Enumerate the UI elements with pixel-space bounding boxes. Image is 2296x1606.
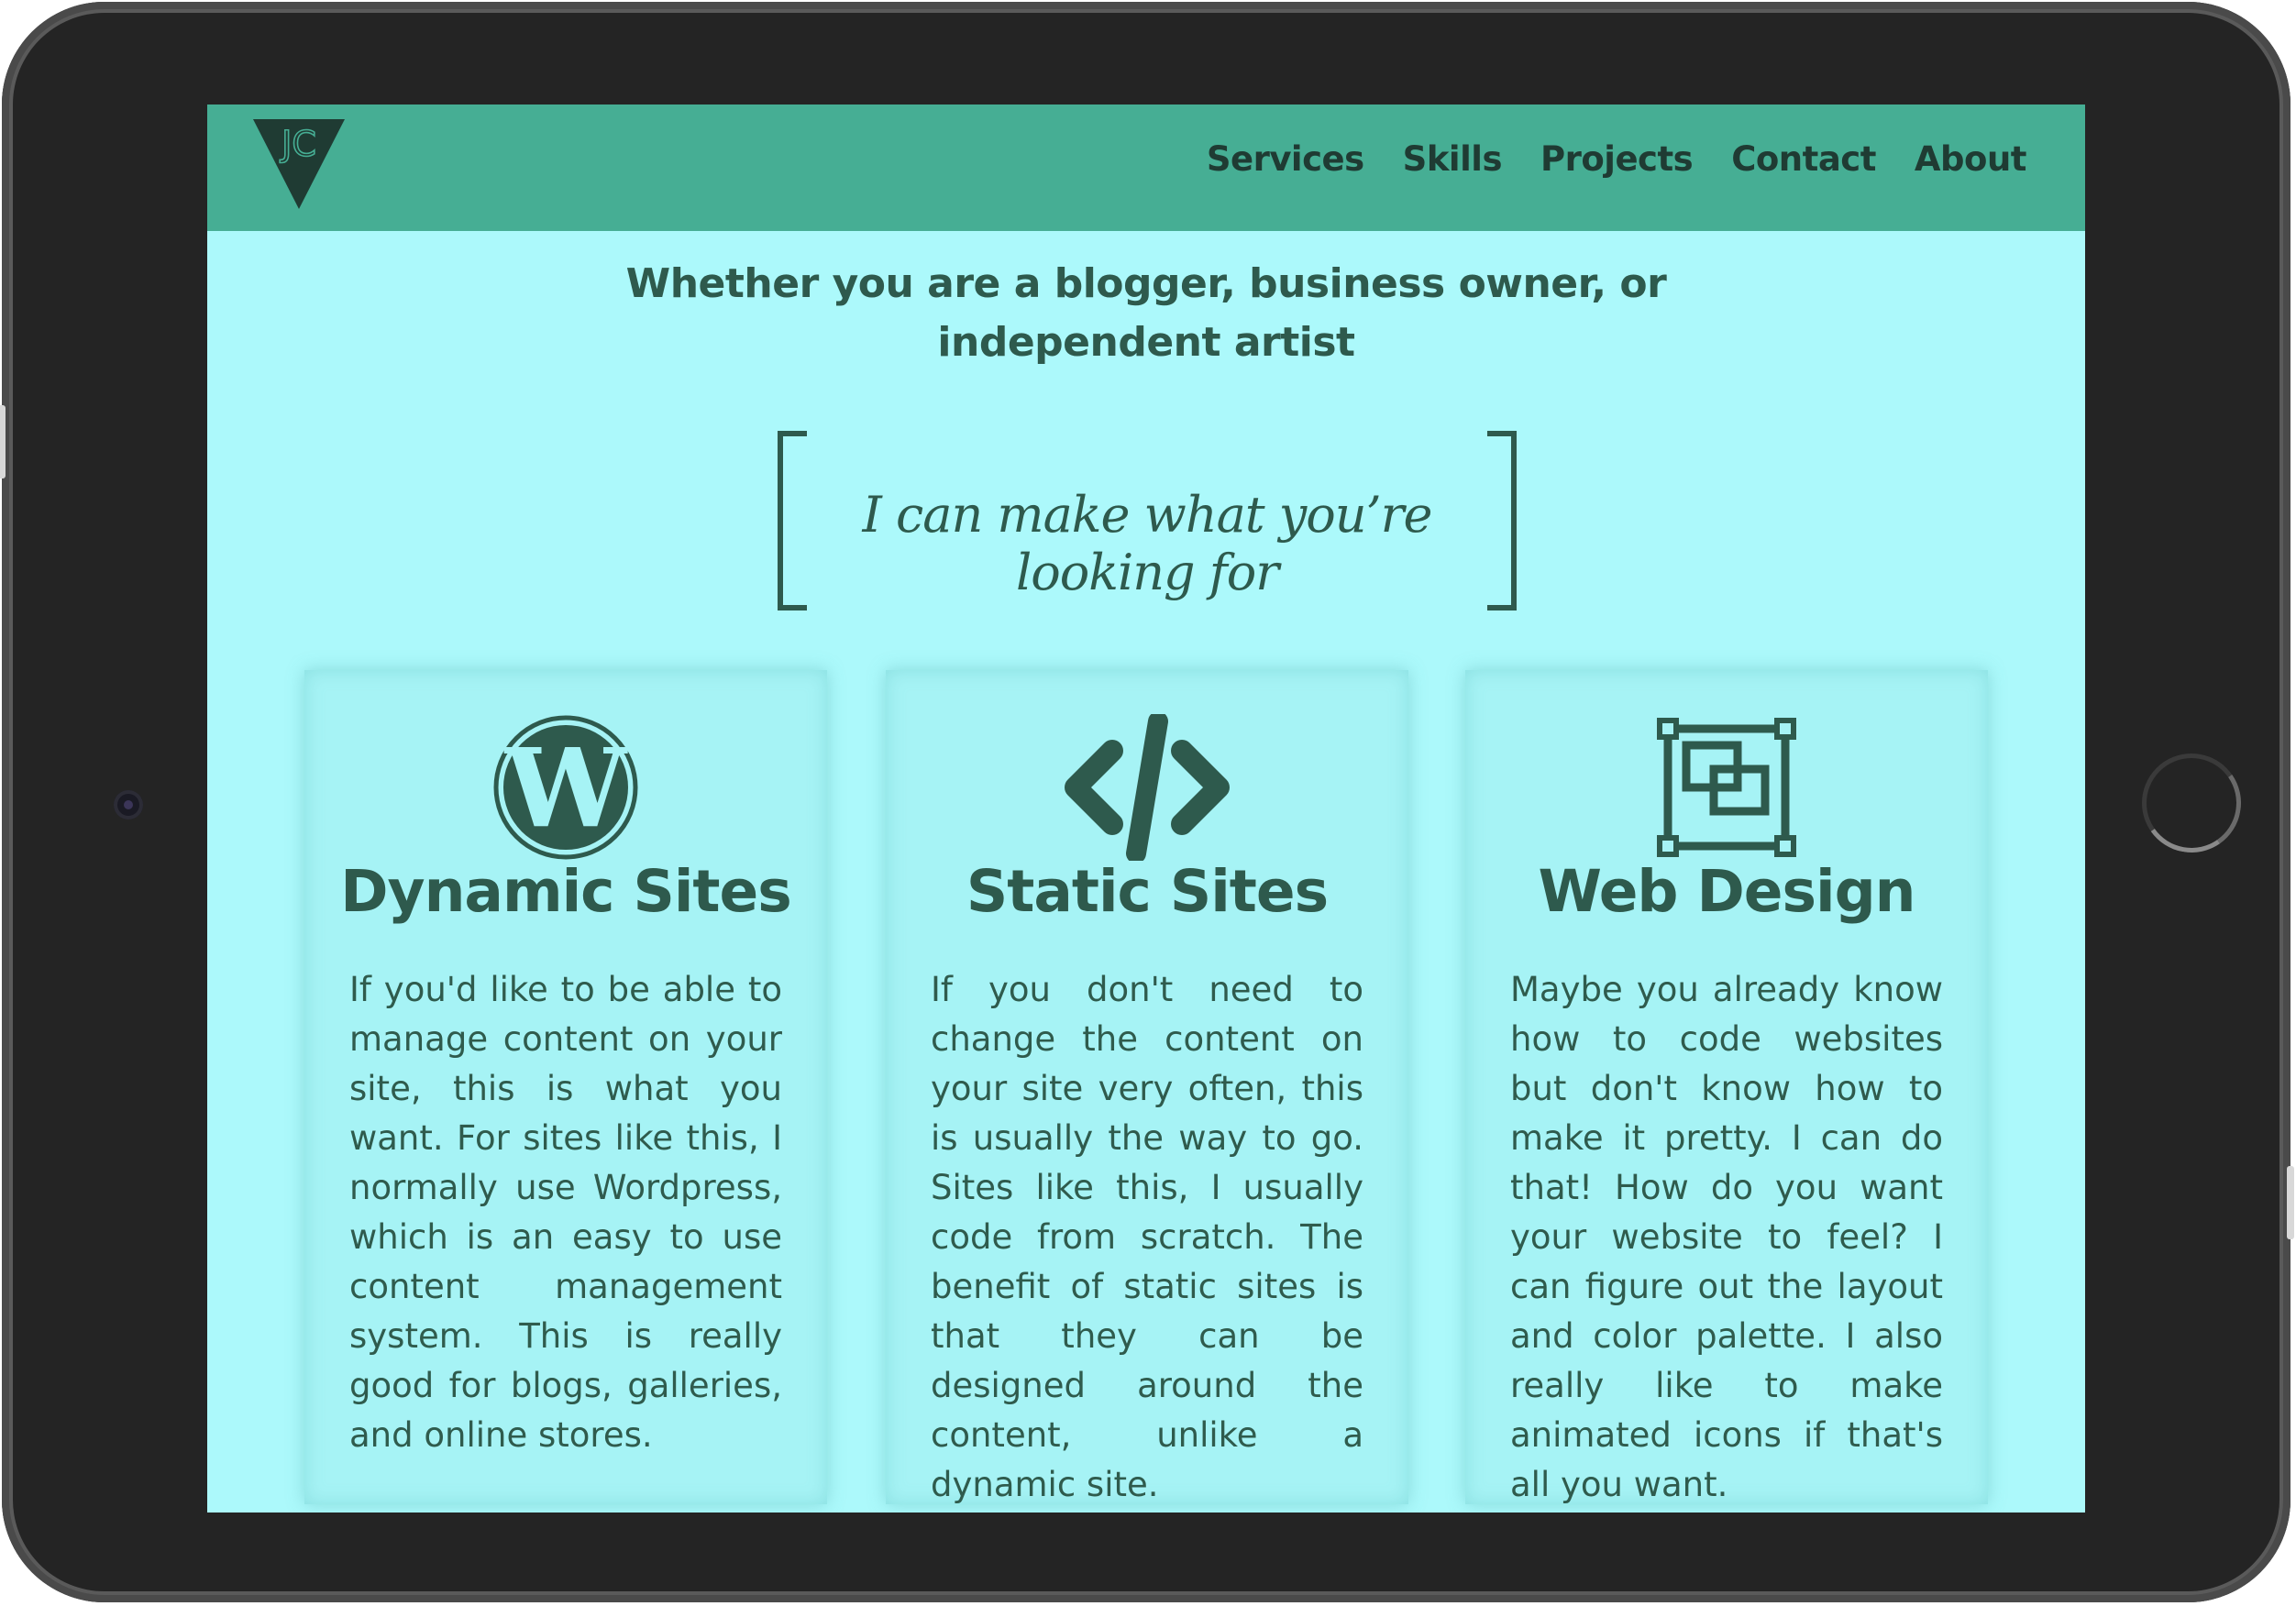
right-bracket	[1487, 431, 1517, 610]
nav-link-contact[interactable]: Contact	[1731, 139, 1876, 179]
service-card-design: Web Design Maybe you already know how to…	[1465, 670, 1988, 1504]
design-frame-icon	[1657, 718, 1796, 857]
navbar: JC Services Skills Projects Contact Abou…	[207, 104, 2085, 231]
card-title: Web Design	[1538, 858, 1915, 925]
card-description: If you don't need to change the content …	[931, 970, 1363, 1504]
left-bracket	[778, 431, 807, 610]
nav-link-skills[interactable]: Skills	[1403, 139, 1503, 179]
nav-link-services[interactable]: Services	[1207, 139, 1364, 179]
card-description: Maybe you already know how to code websi…	[1510, 970, 1943, 1504]
tagline-text: I can make what you’re looking for	[862, 486, 1433, 601]
card-title: Static Sites	[966, 858, 1329, 925]
power-button	[2287, 1166, 2294, 1239]
browser-screen: JC Services Skills Projects Contact Abou…	[207, 104, 2085, 1512]
card-description: If you'd like to be able to manage conte…	[349, 970, 782, 1455]
nav-link-about[interactable]: About	[1915, 139, 2027, 179]
tablet-frame: JC Services Skills Projects Contact Abou…	[0, 2, 2294, 1602]
code-icon	[1065, 714, 1230, 861]
home-button[interactable]	[2142, 754, 2241, 852]
svg-text:JC: JC	[280, 124, 316, 164]
camera-icon	[114, 790, 143, 820]
wordpress-icon: W	[493, 715, 638, 860]
service-card-dynamic: W Dynamic Sites If you'd like to be able…	[304, 670, 827, 1504]
main-nav: Services Skills Projects Contact About	[1207, 139, 2027, 179]
nav-link-projects[interactable]: Projects	[1540, 139, 1694, 179]
intro-heading: Whether you are a blogger, business owne…	[625, 260, 1667, 366]
volume-button	[0, 405, 6, 478]
tagline-block: I can make what you’re looking for	[778, 431, 1517, 610]
card-title: Dynamic Sites	[340, 858, 792, 925]
logo-icon[interactable]: JC	[251, 119, 347, 211]
svg-text:W: W	[503, 724, 628, 852]
service-card-static: Static Sites If you don't need to change…	[886, 670, 1408, 1504]
